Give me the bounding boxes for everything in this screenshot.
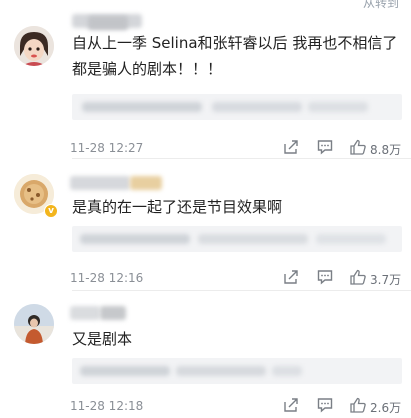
divider [72,290,411,291]
share-icon[interactable] [282,396,300,414]
comment-text-line-1: 是真的在一起了还是节目效果啊 [72,198,283,216]
like-count: 3.7万 [370,273,402,287]
username-blurred[interactable] [70,306,100,320]
comment-icon[interactable] [316,268,334,286]
comment-text-line-1: 自从上一季 Selina和张轩睿以后 我再也不相信了 [72,34,398,52]
comment-icon[interactable] [316,396,334,414]
timestamp: 11-28 12:27 [70,141,144,155]
username-blurred-overlay [100,306,126,320]
avatar[interactable] [14,304,54,344]
like-count: 2.6万 [370,401,402,415]
like-icon[interactable] [349,268,367,286]
timestamp: 11-28 12:16 [70,271,144,285]
comment-item-3: 又是剧本 11-28 12:18 2.6万 [0,292,411,418]
reply-preview-box[interactable] [72,94,402,120]
comment-meta-row: 11-28 12:18 2.6万 [70,396,402,416]
divider [72,158,411,159]
comment-meta-row: 11-28 12:27 8.8万 [70,138,402,158]
like-icon[interactable] [349,396,367,414]
avatar[interactable] [14,26,54,66]
like-count: 8.8万 [370,143,402,157]
comment-text-line-1: 又是剧本 [72,330,133,348]
comment-item-2: v 是真的在一起了还是节目效果啊 11-28 12:16 3.7万 [0,160,411,292]
share-icon[interactable] [282,268,300,286]
comment-item-1: 自从上一季 Selina和张轩睿以后 我再也不相信了 都是骗人的剧本！！！ 11… [0,0,411,160]
username-blurred-overlay [130,176,162,190]
timestamp: 11-28 12:18 [70,399,144,413]
reply-preview-box[interactable] [72,358,402,384]
like-icon[interactable] [349,138,367,156]
username-blurred-overlay [88,16,128,30]
share-icon[interactable] [282,138,300,156]
comment-text-line-2: 都是骗人的剧本！！！ [72,60,223,78]
verified-badge-icon: v [44,204,58,218]
username-blurred[interactable] [70,176,130,190]
comment-meta-row: 11-28 12:16 3.7万 [70,268,402,288]
reply-preview-box[interactable] [72,226,402,252]
comment-icon[interactable] [316,138,334,156]
